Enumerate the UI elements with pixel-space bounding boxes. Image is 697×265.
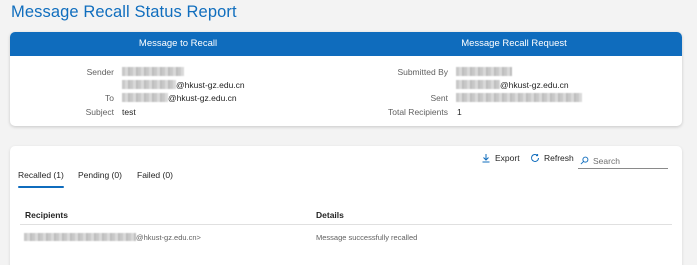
table-row[interactable]: @hkust-gz.edu.cn> Message successfully r…	[10, 230, 682, 246]
page-title: Message Recall Status Report	[11, 3, 237, 21]
submitted-by-domain: @hkust-gz.edu.cn	[500, 80, 569, 90]
tab-pending[interactable]: Pending (0)	[78, 170, 122, 180]
tab-failed[interactable]: Failed (0)	[137, 170, 173, 180]
summary-header: Message to Recall Message Recall Request	[10, 32, 682, 56]
total-recipients-value: 1	[457, 107, 462, 117]
to-label: To	[105, 93, 114, 103]
export-label: Export	[495, 153, 520, 163]
refresh-label: Refresh	[544, 153, 574, 163]
search-icon	[580, 156, 589, 165]
sender-domain: @hkust-gz.edu.cn	[176, 80, 245, 90]
submitted-by-name-redacted	[456, 67, 512, 76]
recipients-column-header: Recipients	[25, 210, 68, 220]
total-recipients-label: Total Recipients	[387, 107, 448, 117]
sent-time-redacted	[456, 93, 582, 102]
download-icon	[482, 154, 490, 163]
sender-label: Sender	[86, 67, 114, 77]
refresh-icon	[531, 153, 539, 162]
search-input[interactable]	[593, 155, 663, 166]
details-column-header: Details	[316, 210, 344, 220]
recipient-address-redacted	[24, 233, 136, 241]
results-card: Export Refresh Recalled (1) Pending (0) …	[10, 146, 682, 265]
header-divider	[20, 224, 672, 225]
tab-recalled[interactable]: Recalled (1)	[18, 170, 64, 188]
submitted-by-address-redacted	[456, 80, 500, 89]
recall-details: Message successfully recalled	[316, 233, 418, 242]
sender-address-redacted	[122, 80, 176, 89]
results-toolbar: Export Refresh	[10, 153, 682, 169]
sent-label: Sent	[430, 93, 449, 103]
subject-value: test	[122, 107, 136, 117]
summary-card: Message to Recall Message Recall Request…	[10, 32, 682, 126]
subject-label: Subject	[85, 107, 114, 117]
message-recall-request-heading: Message Recall Request	[461, 38, 567, 49]
summary-body: Sender @hkust-gz.edu.cn To @hkust-gz.edu…	[10, 56, 682, 126]
to-domain: @hkust-gz.edu.cn	[168, 93, 237, 103]
search-box[interactable]	[578, 153, 668, 169]
recipient-domain: @hkust-gz.edu.cn>	[136, 233, 201, 242]
export-button[interactable]: Export	[481, 153, 520, 163]
message-to-recall-heading: Message to Recall	[138, 38, 218, 49]
to-address-redacted	[122, 93, 168, 102]
sender-name-redacted	[122, 67, 184, 76]
refresh-button[interactable]: Refresh	[530, 153, 574, 163]
submitted-by-label: Submitted By	[397, 67, 448, 77]
